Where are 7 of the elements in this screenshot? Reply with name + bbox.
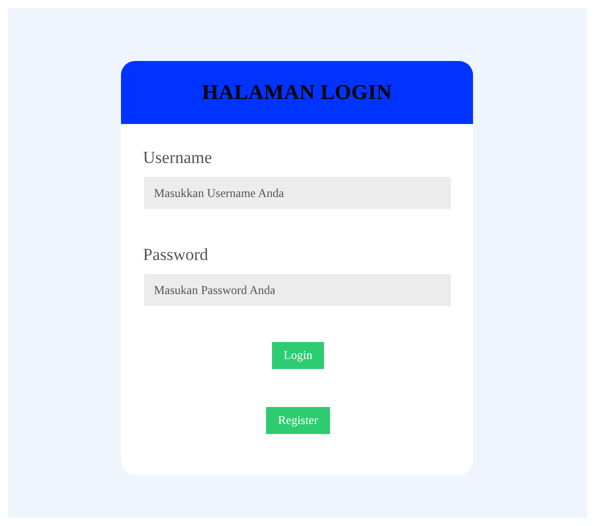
login-button[interactable]: Login <box>272 342 324 369</box>
login-title: HALAMAN LOGIN <box>121 61 473 124</box>
input-field[interactable]: Masukan Password Anda <box>144 274 451 306</box>
field-label: Password <box>143 245 210 265</box>
register-button[interactable]: Register <box>266 407 330 434</box>
input-field[interactable]: Masukkan Username Anda <box>144 177 451 209</box>
field-label: Username <box>143 148 213 168</box>
